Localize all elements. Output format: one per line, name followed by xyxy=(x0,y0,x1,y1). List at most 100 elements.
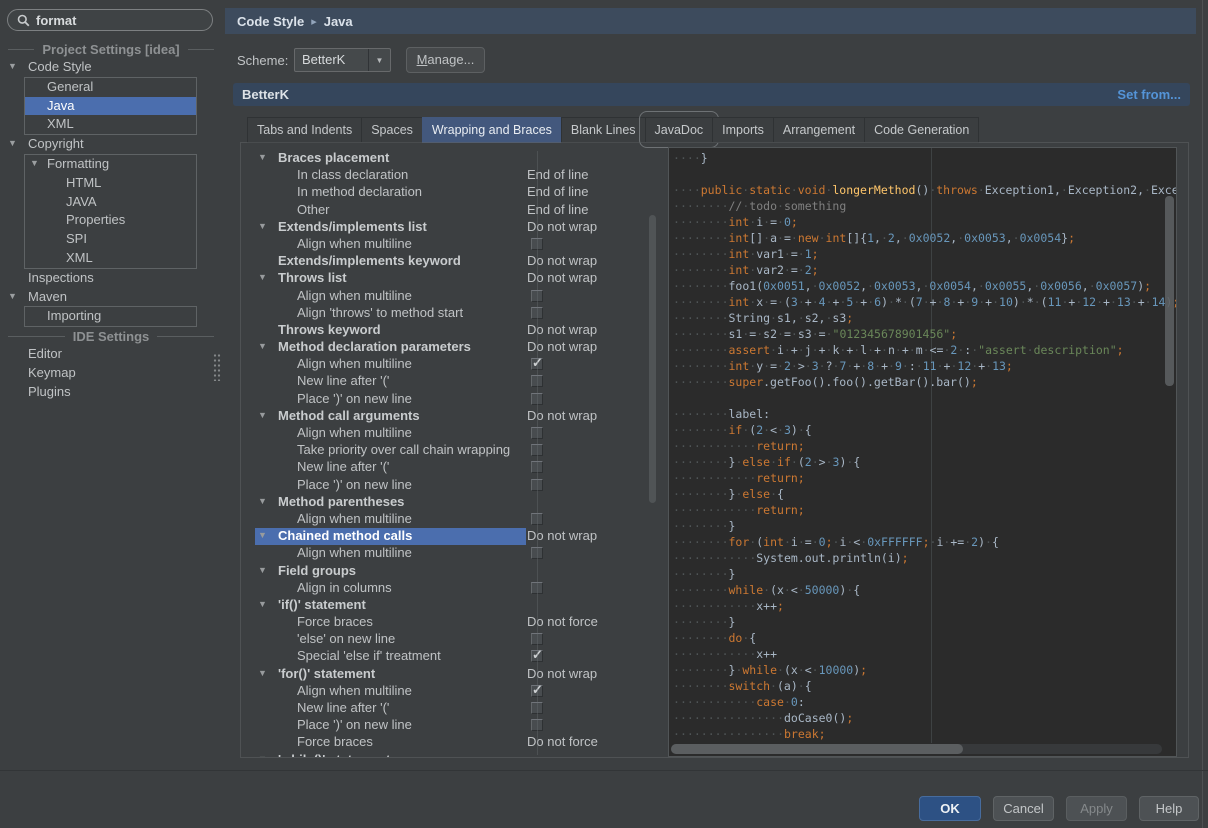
manage-button[interactable]: Manage... xyxy=(406,47,485,73)
tab-wrapping-and-braces[interactable]: Wrapping and Braces xyxy=(422,117,562,143)
setting-label: Method declaration parameters xyxy=(278,339,471,354)
settings-row-align-when-multiline[interactable]: Align when multiline xyxy=(247,425,651,442)
tree-item-spi[interactable]: SPI xyxy=(0,230,222,249)
tree-item-html[interactable]: HTML xyxy=(0,174,222,193)
collapse-arrow-icon[interactable]: ▼ xyxy=(8,61,17,71)
collapse-arrow-icon[interactable]: ▼ xyxy=(258,221,267,231)
tree-item-label: Formatting xyxy=(47,156,109,171)
tab-tabs-and-indents[interactable]: Tabs and Indents xyxy=(247,117,362,143)
tree-item-general[interactable]: General xyxy=(0,78,222,97)
settings-row-take-priority-over-call-chain-wrapping[interactable]: Take priority over call chain wrapping xyxy=(247,442,651,459)
tree-item-java[interactable]: Java xyxy=(0,97,222,116)
tree-item-code-style[interactable]: ▼Code Style xyxy=(0,58,222,77)
settings-row-if-statement[interactable]: ▼'if()' statement xyxy=(247,597,651,614)
settings-row-extends-implements-list[interactable]: ▼Extends/implements listDo not wrap xyxy=(247,219,651,236)
collapse-arrow-icon[interactable]: ▼ xyxy=(30,158,39,168)
tree-item-plugins[interactable]: Plugins xyxy=(0,383,222,402)
ok-button[interactable]: OK xyxy=(919,796,981,821)
settings-row-throws-keyword[interactable]: Throws keywordDo not wrap xyxy=(247,322,651,339)
collapse-arrow-icon[interactable]: ▼ xyxy=(8,138,17,148)
settings-row-for-statement[interactable]: ▼'for()' statementDo not wrap xyxy=(247,666,651,683)
settings-row-field-groups[interactable]: ▼Field groups xyxy=(247,563,651,580)
settings-row-align-when-multiline[interactable]: Align when multiline✓ xyxy=(247,356,651,373)
collapse-arrow-icon[interactable]: ▼ xyxy=(258,599,267,609)
tree-item-label: General xyxy=(47,79,93,94)
collapse-arrow-icon[interactable]: ▼ xyxy=(258,341,267,351)
breadcrumb-item-code-style[interactable]: Code Style xyxy=(237,14,304,29)
set-from-link[interactable]: Set from... xyxy=(1117,87,1181,102)
settings-row-place-on-new-line[interactable]: Place ')' on new line xyxy=(247,477,651,494)
chevron-down-icon[interactable]: ▼ xyxy=(368,49,390,71)
help-button[interactable]: Help xyxy=(1139,796,1199,821)
code-line: ················break; xyxy=(673,726,1177,742)
settings-row-extends-implements-keyword[interactable]: Extends/implements keywordDo not wrap xyxy=(247,253,651,270)
settings-row-new-line-after[interactable]: New line after '(' xyxy=(247,700,651,717)
collapse-arrow-icon[interactable]: ▼ xyxy=(258,152,267,162)
code-line: ········int[]·a·=·new·int[]{1,·2,·0x0052… xyxy=(673,230,1177,246)
tab-blank-lines[interactable]: Blank Lines xyxy=(561,117,646,143)
tab-arrangement[interactable]: Arrangement xyxy=(773,117,865,143)
scheme-select[interactable]: BetterK ▼ xyxy=(294,48,391,72)
tree-item-maven[interactable]: ▼Maven xyxy=(0,288,222,307)
splitter-grip[interactable] xyxy=(213,353,221,381)
tree-item-xml[interactable]: XML xyxy=(0,115,222,134)
settings-row-align-throws-to-method-start[interactable]: Align 'throws' to method start xyxy=(247,305,651,322)
settings-row-new-line-after[interactable]: New line after '(' xyxy=(247,459,651,476)
settings-row-align-when-multiline[interactable]: Align when multiline xyxy=(247,236,651,253)
collapse-arrow-icon[interactable]: ▼ xyxy=(258,530,267,540)
preview-horizontal-scrollbar-thumb[interactable] xyxy=(671,744,963,754)
settings-row-other[interactable]: OtherEnd of line xyxy=(247,202,651,219)
tree-item-inspections[interactable]: Inspections xyxy=(0,269,222,288)
collapse-arrow-icon[interactable]: ▼ xyxy=(258,754,267,757)
tree-item-properties[interactable]: Properties xyxy=(0,211,222,230)
settings-row-align-when-multiline[interactable]: Align when multiline xyxy=(247,288,651,305)
tab-javadoc[interactable]: JavaDoc xyxy=(645,117,714,143)
collapse-arrow-icon[interactable]: ▼ xyxy=(8,291,17,301)
settings-row-method-parentheses[interactable]: ▼Method parentheses xyxy=(247,494,651,511)
settings-row-special-else-if-treatment[interactable]: Special 'else if' treatment✓ xyxy=(247,648,651,665)
preview-vertical-scrollbar-thumb[interactable] xyxy=(1165,196,1174,386)
tab-spaces[interactable]: Spaces xyxy=(361,117,423,143)
settings-row-align-when-multiline[interactable]: Align when multiline xyxy=(247,511,651,528)
settings-row-method-declaration-parameters[interactable]: ▼Method declaration parametersDo not wra… xyxy=(247,339,651,356)
tree-item-java[interactable]: JAVA xyxy=(0,193,222,212)
settings-row-throws-list[interactable]: ▼Throws listDo not wrap xyxy=(247,270,651,287)
setting-label: Force braces xyxy=(297,734,373,749)
settings-row-braces-placement[interactable]: ▼Braces placement xyxy=(247,150,651,167)
collapse-arrow-icon[interactable]: ▼ xyxy=(258,496,267,506)
settings-row-align-when-multiline[interactable]: Align when multiline xyxy=(247,545,651,562)
code-line: ········}·else·{ xyxy=(673,486,1177,502)
settings-row-new-line-after[interactable]: New line after '(' xyxy=(247,373,651,390)
settings-row-force-braces[interactable]: Force bracesDo not force xyxy=(247,734,651,751)
collapse-arrow-icon[interactable]: ▼ xyxy=(258,565,267,575)
collapse-arrow-icon[interactable]: ▼ xyxy=(258,668,267,678)
collapse-arrow-icon[interactable]: ▼ xyxy=(258,272,267,282)
tree-item-xml[interactable]: XML xyxy=(0,249,222,268)
tab-code-generation[interactable]: Code Generation xyxy=(864,117,979,143)
tree-item-editor[interactable]: Editor xyxy=(0,345,222,364)
collapse-arrow-icon[interactable]: ▼ xyxy=(258,410,267,420)
settings-row-method-call-arguments[interactable]: ▼Method call argumentsDo not wrap xyxy=(247,408,651,425)
tree-item-keymap[interactable]: Keymap xyxy=(0,364,222,383)
settings-row-place-on-new-line[interactable]: Place ')' on new line xyxy=(247,391,651,408)
setting-label: Force braces xyxy=(297,614,373,629)
footer-divider xyxy=(0,770,1208,771)
settings-row-in-class-declaration[interactable]: In class declarationEnd of line xyxy=(247,167,651,184)
tree-item-formatting[interactable]: ▼ Formatting xyxy=(0,155,222,174)
settings-row-else-on-new-line[interactable]: 'else' on new line xyxy=(247,631,651,648)
cancel-button[interactable]: Cancel xyxy=(993,796,1054,821)
settings-row-align-in-columns[interactable]: Align in columns xyxy=(247,580,651,597)
tree-section-separator: Project Settings [idea] xyxy=(0,40,222,58)
setting-label: 'while()' statement xyxy=(278,752,390,757)
settings-row-in-method-declaration[interactable]: In method declarationEnd of line xyxy=(247,184,651,201)
settings-scrollbar-thumb[interactable] xyxy=(649,215,656,503)
settings-row-chained-method-calls[interactable]: ▼Chained method callsDo not wrap xyxy=(247,528,651,545)
apply-button[interactable]: Apply xyxy=(1066,796,1127,821)
tab-imports[interactable]: Imports xyxy=(712,117,774,143)
settings-row-place-on-new-line[interactable]: Place ')' on new line xyxy=(247,717,651,734)
settings-row-while-statement[interactable]: ▼ 'while()' statement xyxy=(247,752,651,757)
tree-item-importing[interactable]: Importing xyxy=(0,307,222,326)
settings-row-align-when-multiline[interactable]: Align when multiline✓ xyxy=(247,683,651,700)
settings-row-force-braces[interactable]: Force bracesDo not force xyxy=(247,614,651,631)
tree-item-copyright[interactable]: ▼Copyright xyxy=(0,135,222,154)
